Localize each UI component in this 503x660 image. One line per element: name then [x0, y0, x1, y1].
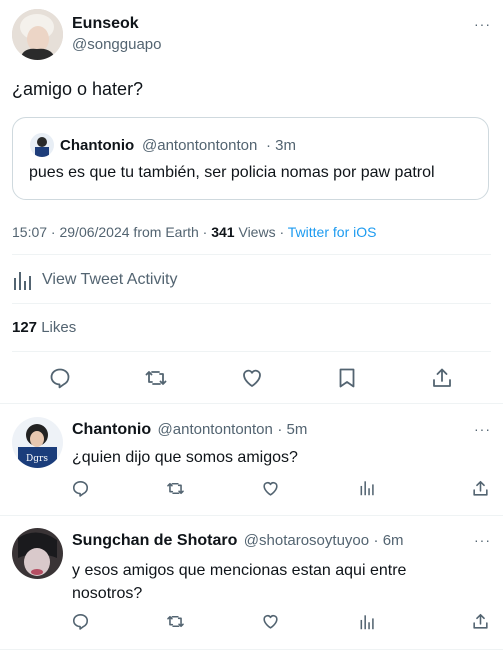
bookmark-icon	[339, 368, 355, 388]
analytics-icon	[14, 272, 31, 290]
reply-time: · 6m	[373, 532, 404, 549]
reply-header: Chantonio @antontontonton · 5m	[72, 421, 307, 439]
retweet-button[interactable]	[144, 366, 168, 390]
quote-author-name: Chantonio	[60, 137, 135, 154]
bookmark-button[interactable]	[335, 366, 359, 390]
share-icon	[473, 480, 488, 496]
divider	[12, 254, 491, 255]
reply-author-handle[interactable]: @antontontonton	[158, 421, 273, 438]
share-icon	[473, 613, 488, 629]
views-label: Views ·	[238, 224, 285, 240]
reply-author-name[interactable]: Sungchan de Shotaro	[72, 532, 237, 549]
quote-author-avatar	[30, 133, 54, 157]
avatar-image-icon	[12, 9, 63, 60]
section-divider	[0, 515, 503, 516]
analytics-button[interactable]	[359, 613, 376, 630]
view-activity-label: View Tweet Activity	[42, 271, 178, 288]
reply-header: Sungchan de Shotaro @shotarosoytuyoo · 6…	[72, 532, 404, 550]
avatar-image-icon	[30, 133, 54, 157]
retweet-button[interactable]	[166, 479, 185, 498]
quote-author-handle: @antontontonton	[142, 137, 258, 154]
retweet-icon	[145, 371, 167, 385]
heart-icon	[263, 614, 278, 629]
svg-text:Dgrs: Dgrs	[26, 454, 48, 464]
share-icon	[433, 368, 451, 387]
author-handle[interactable]: @songguapo	[72, 36, 161, 53]
tweet-timestamp: 15:07 · 29/06/2024 from Earth ·	[12, 224, 208, 240]
analytics-icon	[360, 481, 374, 496]
divider	[12, 303, 491, 304]
client-link[interactable]: Twitter for iOS	[288, 224, 377, 240]
likes-stat[interactable]: 127 Likes	[12, 319, 76, 336]
likes-label: Likes	[41, 319, 77, 336]
like-button[interactable]	[261, 479, 280, 498]
reply-author-name[interactable]: Chantonio	[72, 421, 151, 438]
heart-icon	[263, 481, 278, 496]
reply-text: y esos amigos que mencionas estan aqui e…	[72, 559, 406, 605]
reply-icon	[72, 480, 89, 497]
tweet-text: ¿amigo o hater?	[12, 79, 144, 99]
analytics-button[interactable]	[359, 479, 376, 496]
avatar-image-icon	[12, 528, 63, 579]
author-name[interactable]: Eunseok	[72, 15, 139, 33]
avatar-image-icon: Dgrs	[12, 417, 63, 468]
reply-icon	[50, 368, 70, 389]
section-divider	[0, 403, 503, 404]
like-button[interactable]	[261, 612, 280, 631]
like-button[interactable]	[240, 366, 264, 390]
reply-text-line: nosotros?	[72, 585, 143, 602]
quoted-tweet[interactable]: Chantonio @antontontonton · 3m pues es q…	[12, 117, 489, 200]
reply-time: · 5m	[277, 421, 308, 438]
analytics-icon	[360, 615, 374, 630]
reply-text-line: y esos amigos que mencionas estan aqui e…	[72, 562, 407, 579]
quote-time: · 3m	[266, 137, 296, 154]
reply-avatar[interactable]: Dgrs	[12, 417, 63, 468]
reply-button[interactable]	[71, 612, 90, 631]
view-activity-button[interactable]: View Tweet Activity	[12, 268, 177, 292]
more-options-icon[interactable]: ···	[474, 16, 491, 32]
retweet-icon	[167, 615, 184, 628]
author-avatar[interactable]	[12, 9, 63, 60]
reply-text: ¿quien dijo que somos amigos?	[72, 449, 298, 466]
quote-text: pues es que tu también, ser policia noma…	[29, 164, 435, 181]
share-button[interactable]	[471, 479, 490, 498]
views-count: 341	[211, 224, 235, 240]
share-button[interactable]	[471, 612, 490, 631]
reply-author-handle[interactable]: @shotarosoytuyoo	[244, 532, 369, 549]
reply-button[interactable]	[48, 366, 72, 390]
share-button[interactable]	[430, 366, 454, 390]
retweet-button[interactable]	[166, 612, 185, 631]
more-options-icon[interactable]: ···	[474, 421, 491, 437]
tweet-meta: 15:07 · 29/06/2024 from Earth · 341 View…	[12, 224, 376, 240]
heart-icon	[243, 369, 261, 387]
retweet-icon	[167, 482, 184, 495]
section-divider	[0, 649, 503, 650]
divider	[12, 351, 491, 352]
more-options-icon[interactable]: ···	[474, 532, 491, 548]
reply-icon	[72, 613, 89, 630]
likes-count: 127	[12, 319, 38, 336]
reply-button[interactable]	[71, 479, 90, 498]
reply-avatar[interactable]	[12, 528, 63, 579]
